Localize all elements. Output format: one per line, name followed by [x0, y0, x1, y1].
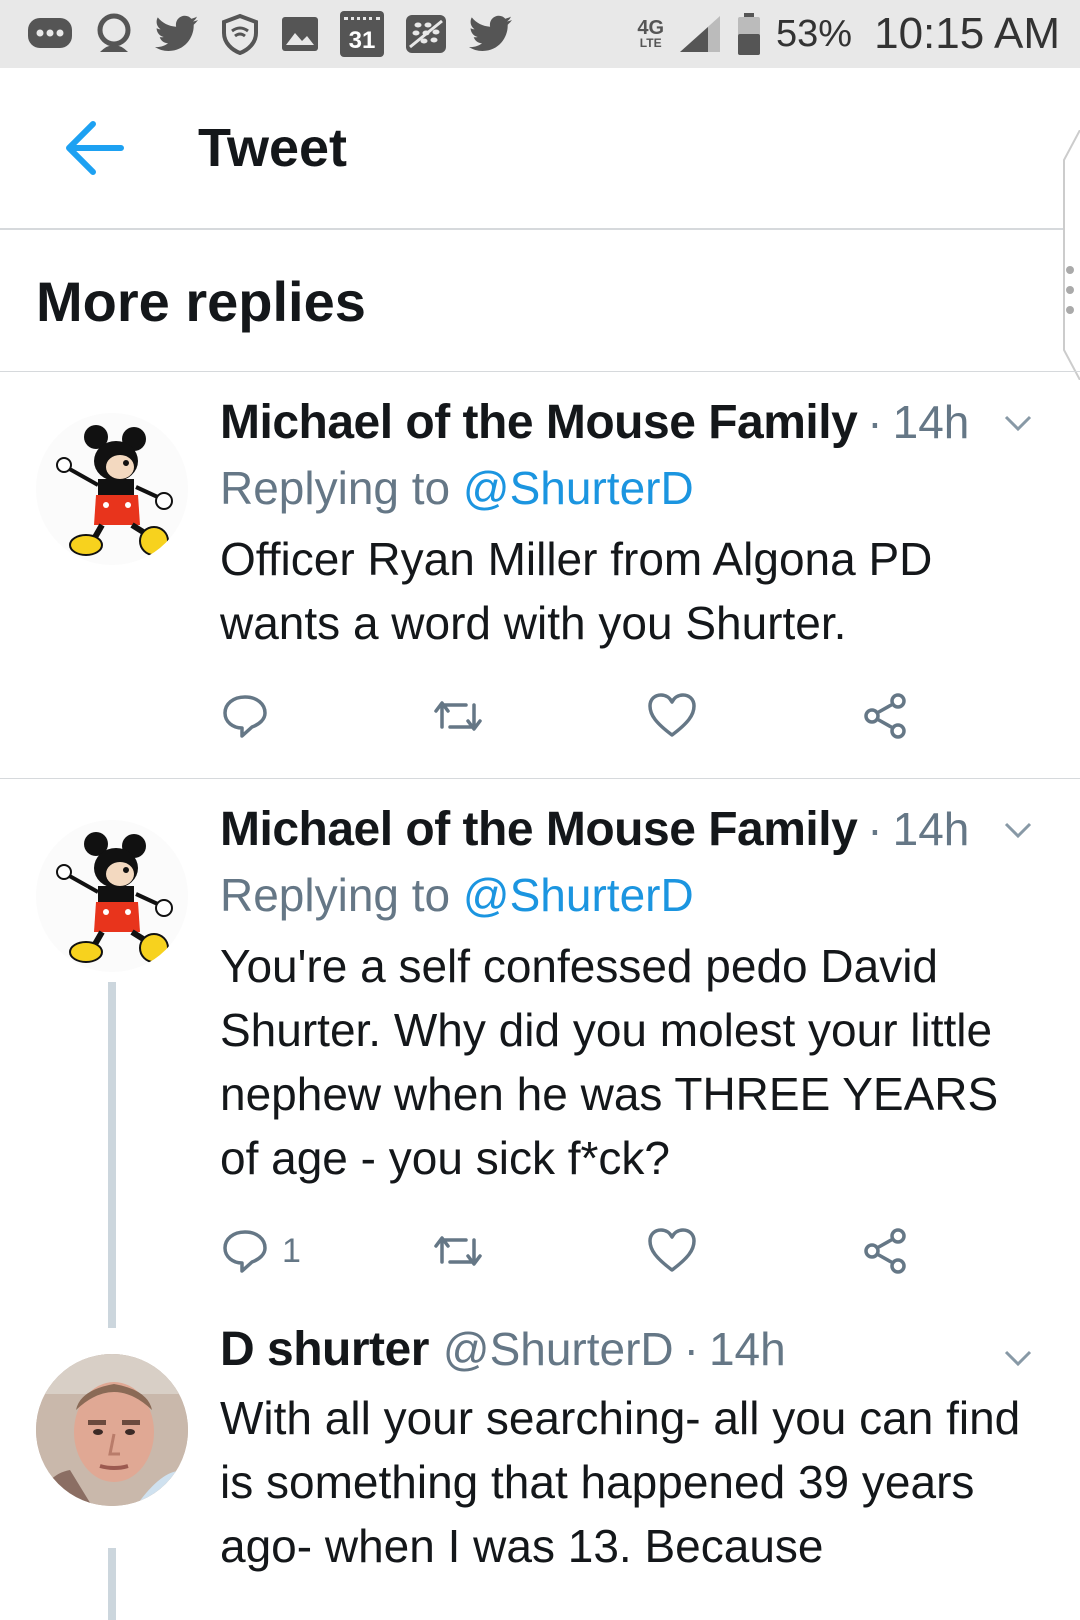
retweet-button[interactable] — [430, 1226, 486, 1276]
gallery-icon — [280, 15, 320, 53]
retweet-icon — [434, 1236, 482, 1266]
calendar-icon: 31 — [340, 11, 384, 57]
chevron-down-icon[interactable] — [998, 816, 1038, 846]
tweet-content: D shurter @ShurterD · 14h With all your … — [220, 1322, 1040, 1578]
reply-icon — [223, 1230, 267, 1273]
tweet-text: With all your searching- all you can fin… — [220, 1392, 1021, 1572]
twitter-bird-icon — [468, 14, 514, 54]
reply-button[interactable] — [220, 691, 270, 741]
reply-icon — [223, 695, 267, 738]
tweet-actions: 1 — [220, 1226, 1040, 1306]
thread-line — [108, 982, 116, 1328]
timestamp[interactable]: 14h — [893, 802, 970, 856]
share-icon — [864, 1228, 906, 1274]
network-indicator: 4G LTE — [637, 17, 665, 50]
like-button[interactable] — [646, 691, 698, 741]
more-replies-header: More replies — [0, 232, 1080, 372]
chevron-down-icon[interactable] — [998, 1344, 1038, 1374]
tweet-card[interactable]: Michael of the Mouse Family · 14h Replyi… — [0, 780, 1080, 1328]
status-bar: 31 4G LTE 53% 10:15 AM — [0, 0, 1080, 68]
battery-icon — [736, 12, 762, 56]
back-button[interactable] — [40, 93, 150, 203]
section-title: More replies — [36, 270, 366, 333]
app-header: Tweet — [0, 68, 1080, 230]
chat-bubble-icon — [26, 14, 74, 54]
reply-button[interactable]: 1 — [220, 1226, 301, 1276]
system-status: 4G LTE 53% 10:15 AM — [637, 9, 1060, 59]
replying-prefix: Replying to — [220, 462, 451, 514]
tweet-content: Michael of the Mouse Family · 14h Replyi… — [220, 802, 1040, 1306]
mickey-avatar[interactable] — [36, 820, 188, 972]
signal-icon — [678, 14, 722, 54]
author-name[interactable]: Michael of the Mouse Family — [220, 395, 858, 450]
chevron-down-icon[interactable] — [998, 409, 1038, 439]
tweet-text: Officer Ryan Miller from Algona PD wants… — [220, 533, 933, 649]
twitter-bird-icon — [154, 14, 200, 54]
tweet-actions — [220, 691, 1040, 771]
calendar-day: 31 — [340, 11, 384, 57]
author-handle[interactable]: @ShurterD — [443, 1322, 674, 1376]
share-button[interactable] — [860, 1226, 910, 1276]
blackberry-icon — [404, 13, 448, 55]
shield-icon — [220, 13, 260, 55]
tweet-card[interactable]: Michael of the Mouse Family · 14h Replyi… — [0, 373, 1080, 779]
separator: · — [867, 803, 883, 855]
heart-icon — [648, 1228, 696, 1272]
notification-icons: 31 — [26, 11, 514, 57]
heart-icon — [648, 693, 696, 737]
timestamp[interactable]: 14h — [709, 1322, 786, 1376]
retweet-button[interactable] — [430, 691, 486, 741]
share-icon — [864, 693, 906, 739]
tweet-header: D shurter @ShurterD · 14h — [220, 1322, 1040, 1384]
thread-line — [108, 1548, 116, 1620]
mention-link[interactable]: @ShurterD — [463, 462, 694, 514]
tweet-content: Michael of the Mouse Family · 14h Replyi… — [220, 395, 1040, 771]
replying-to: Replying to @ShurterD — [220, 461, 1040, 525]
tweet-header: Michael of the Mouse Family · 14h — [220, 802, 1040, 864]
separator: · — [683, 1323, 699, 1375]
tweet-header: Michael of the Mouse Family · 14h — [220, 395, 1040, 457]
network-sub: LTE — [639, 36, 662, 50]
mickey-avatar[interactable] — [36, 413, 188, 565]
retweet-icon — [434, 701, 482, 731]
arrow-left-icon — [66, 121, 124, 175]
page-title: Tweet — [198, 118, 348, 178]
tweet-card[interactable]: D shurter @ShurterD · 14h With all your … — [0, 1323, 1080, 1620]
person-icon — [94, 12, 134, 56]
network-type: 4G — [637, 17, 665, 39]
replying-prefix: Replying to — [220, 869, 451, 921]
share-button[interactable] — [860, 691, 910, 741]
separator: · — [867, 396, 883, 448]
author-name[interactable]: Michael of the Mouse Family — [220, 802, 858, 857]
tweet-text: You're a self confessed pedo David Shurt… — [220, 940, 999, 1184]
like-button[interactable] — [646, 1226, 698, 1276]
battery-percent: 53% — [776, 12, 853, 55]
author-name[interactable]: D shurter — [220, 1322, 429, 1377]
reply-count: 1 — [282, 1231, 301, 1270]
man-photo-avatar[interactable] — [36, 1354, 188, 1506]
clock: 10:15 AM — [874, 9, 1060, 58]
replying-to: Replying to @ShurterD — [220, 868, 1040, 932]
timestamp[interactable]: 14h — [893, 395, 970, 449]
mention-link[interactable]: @ShurterD — [463, 869, 694, 921]
